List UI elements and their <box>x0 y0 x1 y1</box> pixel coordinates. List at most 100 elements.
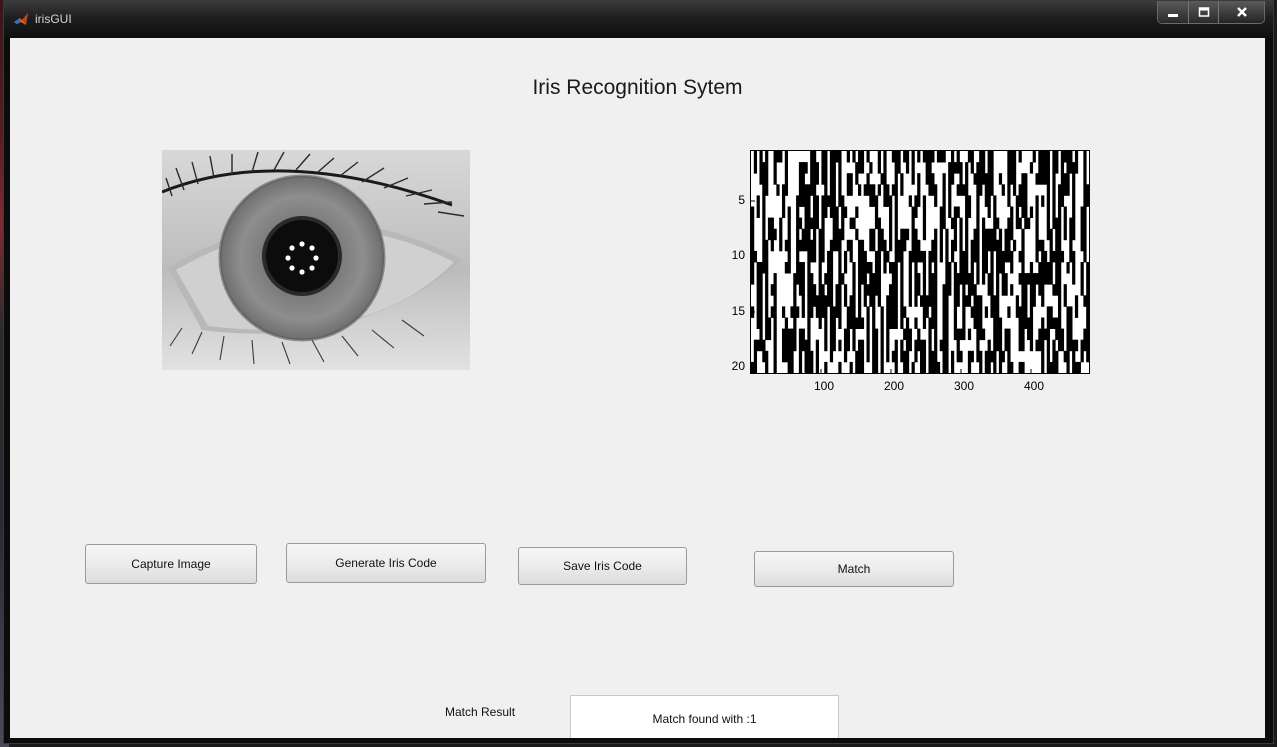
iris-code-cell <box>1058 262 1062 274</box>
iris-code-cell <box>756 284 760 296</box>
iris-code-cell <box>979 162 983 174</box>
iris-code-cell <box>869 195 873 207</box>
iris-code-cell <box>1007 184 1011 196</box>
close-icon <box>1236 7 1247 17</box>
iris-code-cell <box>852 262 856 274</box>
iris-code-cell <box>1043 273 1048 285</box>
iris-code-cell <box>934 273 938 285</box>
iris-code-cell <box>1086 306 1089 318</box>
iris-code-cell <box>976 173 980 185</box>
iris-code-cell <box>928 250 932 263</box>
iris-code-cell <box>807 228 811 241</box>
iris-code-cell <box>751 206 755 218</box>
iris-code-cell <box>841 206 845 218</box>
iris-code-cell <box>762 339 766 352</box>
iris-code-cell <box>796 228 800 241</box>
iris-code-cell <box>759 317 763 329</box>
minimize-button[interactable] <box>1158 1 1188 23</box>
iris-code-cell <box>956 273 960 285</box>
iris-code-cell <box>1001 250 1005 263</box>
iris-code-cell <box>1058 339 1062 352</box>
iris-code-cell <box>987 273 991 285</box>
iris-code-cell <box>1049 250 1053 263</box>
iris-code-cell <box>877 284 881 296</box>
iris-code-cell <box>976 306 980 318</box>
match-button[interactable]: Match <box>754 551 954 587</box>
iris-code-cell <box>956 284 960 296</box>
iris-code-cell <box>767 328 772 341</box>
title-bar[interactable]: irisGUI <box>4 1 1273 38</box>
generate-iris-code-button[interactable]: Generate Iris Code <box>286 543 486 583</box>
iris-code-cell <box>807 361 811 373</box>
iris-code-cell <box>883 184 887 196</box>
iris-code-cell <box>880 361 884 373</box>
iris-code-cell <box>1074 361 1079 373</box>
iris-code-cell <box>1041 361 1045 373</box>
iris-code-cell <box>832 184 836 196</box>
iris-code-cell <box>883 195 887 207</box>
match-result-label: Match Result <box>445 705 516 719</box>
iris-code-cell <box>852 273 856 285</box>
iris-code-cell <box>908 195 912 207</box>
iris-code-cell <box>829 295 834 307</box>
iris-code-cell <box>956 151 960 163</box>
iris-code-cell <box>1010 173 1014 185</box>
iris-code-cell <box>807 339 811 352</box>
iris-code-cell <box>1049 273 1053 285</box>
iris-code-cell <box>818 295 822 307</box>
save-iris-code-button[interactable]: Save Iris Code <box>518 547 687 585</box>
iris-code-cell <box>998 250 1003 263</box>
iris-code-cell <box>914 239 918 252</box>
iris-code-cell <box>1083 195 1087 207</box>
iris-code-cell <box>1038 162 1042 174</box>
iris-code-cell <box>996 250 1000 263</box>
iris-code-cell <box>852 217 856 230</box>
iris-code-cell <box>956 162 960 174</box>
iris-code-cell <box>990 184 994 196</box>
iris-code-cell <box>807 350 811 363</box>
iris-code-cell <box>942 317 946 329</box>
iris-code-cell <box>751 250 755 263</box>
iris-code-cell <box>990 151 994 163</box>
iris-code-cell <box>1041 273 1045 285</box>
iris-code-cell <box>1021 239 1025 252</box>
iris-code-cell <box>900 295 904 307</box>
iris-code-cell <box>956 206 960 218</box>
iris-code-cell <box>869 184 873 196</box>
maximize-button[interactable] <box>1188 1 1218 23</box>
iris-code-cell <box>953 162 958 174</box>
iris-code-cell <box>962 328 966 341</box>
iris-code-cell <box>934 228 938 241</box>
iris-code-cell <box>796 262 800 274</box>
iris-code-cell <box>894 151 898 163</box>
iris-code-cell <box>762 350 766 363</box>
iris-code-cell <box>787 217 791 230</box>
iris-code-cell <box>970 273 974 285</box>
y-tick-label: 10 <box>731 248 745 262</box>
iris-code-cell <box>914 228 918 241</box>
iris-code-cell <box>821 295 825 307</box>
iris-code-cell <box>959 273 963 285</box>
iris-code-cell <box>1086 184 1089 196</box>
iris-code-cell <box>855 361 859 373</box>
iris-code-cell <box>998 339 1003 352</box>
iris-code-cell <box>900 173 904 185</box>
capture-image-button[interactable]: Capture Image <box>85 544 257 584</box>
iris-code-cell <box>843 350 848 363</box>
iris-code-cell <box>897 162 901 174</box>
iris-code-cell <box>812 217 817 230</box>
iris-code-cell <box>1032 273 1036 285</box>
iris-code-cell <box>894 361 898 373</box>
iris-code-cell <box>911 361 915 373</box>
iris-code-cell <box>829 317 834 329</box>
iris-code-cell <box>880 328 884 341</box>
iris-code-cell <box>950 173 955 185</box>
close-button[interactable] <box>1218 1 1264 23</box>
iris-code-cell <box>984 262 988 274</box>
iris-code-cell <box>1027 273 1031 285</box>
iris-code-cell <box>872 195 876 207</box>
iris-code-cell <box>1058 195 1062 207</box>
iris-code-cell <box>911 250 915 263</box>
iris-code-cell <box>976 317 980 329</box>
iris-code-cell <box>1052 151 1056 163</box>
